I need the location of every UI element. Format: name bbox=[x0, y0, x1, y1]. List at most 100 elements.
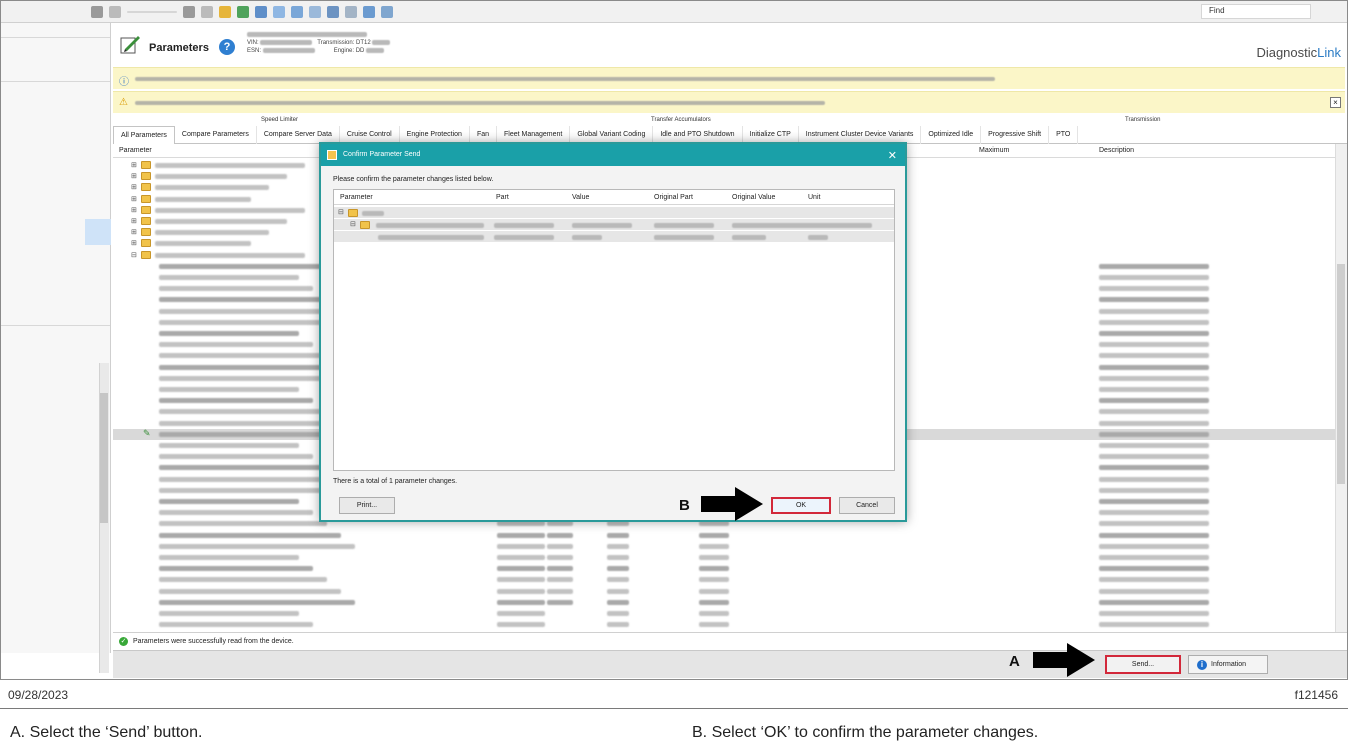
column-description[interactable]: Description bbox=[1099, 147, 1134, 154]
table-row[interactable] bbox=[113, 563, 1335, 574]
table-row[interactable] bbox=[113, 552, 1335, 563]
grid-scroll-thumb[interactable] bbox=[1337, 264, 1345, 484]
warning-notice-bar[interactable]: ⚠ × bbox=[113, 91, 1345, 113]
expand-icon[interactable]: ⊞ bbox=[131, 161, 137, 169]
expand-icon[interactable]: ⊞ bbox=[131, 239, 137, 247]
first-record-icon[interactable] bbox=[91, 6, 103, 18]
table-row[interactable] bbox=[113, 619, 1335, 630]
blurred-text bbox=[1099, 487, 1209, 493]
column-part[interactable]: Part bbox=[496, 194, 509, 201]
blurred-text bbox=[159, 499, 299, 504]
information-button[interactable]: i Information bbox=[1188, 655, 1268, 674]
add-icon[interactable] bbox=[273, 6, 285, 18]
column-unit[interactable]: Unit bbox=[808, 194, 820, 201]
ok-button[interactable]: OK bbox=[771, 497, 831, 514]
blurred-text bbox=[1099, 555, 1209, 560]
expand-icon[interactable]: ⊞ bbox=[131, 172, 137, 180]
table-row[interactable]: ⊟ bbox=[334, 219, 894, 230]
next-record-icon[interactable] bbox=[183, 6, 195, 18]
dialog-titlebar[interactable]: Confirm Parameter Send ✕ bbox=[321, 144, 905, 166]
blurred-text bbox=[159, 577, 327, 583]
blurred-text bbox=[159, 465, 327, 471]
column-parameter[interactable]: Parameter bbox=[119, 147, 152, 154]
blurred-text bbox=[1099, 275, 1209, 280]
table-row[interactable] bbox=[113, 597, 1335, 608]
collapse-icon[interactable]: ⊟ bbox=[350, 220, 356, 228]
tab-all-parameters[interactable]: All Parameters bbox=[113, 126, 175, 144]
blurred-text bbox=[1099, 409, 1209, 415]
group-transmission: Transmission bbox=[1125, 117, 1161, 123]
blurred-text bbox=[159, 588, 341, 594]
column-parameter[interactable]: Parameter bbox=[340, 194, 373, 201]
expand-icon[interactable]: ⊞ bbox=[131, 195, 137, 203]
table-row[interactable] bbox=[113, 608, 1335, 619]
column-value[interactable]: Value bbox=[572, 194, 589, 201]
column-maximum[interactable]: Maximum bbox=[979, 147, 1009, 154]
blurred-text bbox=[1099, 465, 1209, 471]
info-icon: ⓘ bbox=[119, 77, 129, 88]
blurred-text bbox=[1099, 577, 1209, 583]
expand-icon[interactable]: ⊞ bbox=[131, 217, 137, 225]
panel-scroll-thumb[interactable] bbox=[100, 393, 108, 523]
blurred-text bbox=[159, 555, 299, 560]
filter-icon[interactable] bbox=[345, 6, 357, 18]
tab-compare-parameters[interactable]: Compare Parameters bbox=[175, 126, 257, 144]
blurred-text bbox=[497, 588, 545, 594]
table-row[interactable] bbox=[113, 574, 1335, 585]
info-notice-bar[interactable]: ⓘ bbox=[113, 67, 1345, 89]
compare-icon[interactable] bbox=[381, 6, 393, 18]
collapse-icon[interactable]: ⊟ bbox=[338, 208, 344, 216]
blurred-text bbox=[732, 235, 766, 240]
folder-icon bbox=[141, 194, 151, 203]
expand-icon[interactable]: ⊞ bbox=[131, 228, 137, 236]
selected-nav-item[interactable] bbox=[85, 219, 111, 245]
toolbar-icons bbox=[91, 5, 393, 19]
table-row[interactable] bbox=[334, 231, 894, 242]
blurred-text bbox=[159, 308, 341, 314]
close-icon[interactable]: ✕ bbox=[888, 149, 897, 162]
blurred-text bbox=[497, 577, 545, 583]
table-row[interactable] bbox=[113, 541, 1335, 552]
callout-b: B bbox=[679, 497, 690, 514]
print-icon[interactable] bbox=[255, 6, 267, 18]
record-slider[interactable] bbox=[127, 11, 177, 13]
folder-icon bbox=[141, 239, 151, 248]
blurred-text bbox=[699, 577, 729, 583]
flag-icon[interactable] bbox=[219, 6, 231, 18]
last-record-icon[interactable] bbox=[201, 6, 213, 18]
blurred-text bbox=[497, 521, 545, 527]
warning-icon: ⚠ bbox=[119, 97, 128, 108]
paste-icon[interactable] bbox=[309, 6, 321, 18]
table-row[interactable]: ⊟ bbox=[334, 207, 894, 218]
column-original-part[interactable]: Original Part bbox=[654, 194, 693, 201]
help-icon[interactable]: ? bbox=[219, 39, 235, 55]
copy-icon[interactable] bbox=[291, 6, 303, 18]
blurred-text bbox=[572, 223, 632, 228]
tab-progressive-shift[interactable]: Progressive Shift bbox=[981, 126, 1050, 144]
collapse-icon[interactable]: ⊟ bbox=[131, 251, 137, 259]
panel-divider bbox=[1, 325, 110, 326]
folder-icon bbox=[141, 205, 151, 214]
column-original-value[interactable]: Original Value bbox=[732, 194, 775, 201]
refresh-icon[interactable] bbox=[363, 6, 375, 18]
blurred-text bbox=[497, 555, 545, 560]
blurred-text bbox=[159, 275, 299, 280]
cancel-button[interactable]: Cancel bbox=[839, 497, 895, 514]
table-row[interactable] bbox=[113, 530, 1335, 541]
close-icon[interactable]: × bbox=[1330, 97, 1341, 108]
print-button[interactable]: Print... bbox=[339, 497, 395, 514]
export-icon[interactable] bbox=[237, 6, 249, 18]
blurred-text bbox=[155, 252, 305, 258]
table-row[interactable] bbox=[113, 586, 1335, 597]
blurred-text bbox=[547, 555, 573, 560]
tab-pto[interactable]: PTO bbox=[1049, 126, 1079, 144]
previous-record-icon[interactable] bbox=[109, 6, 121, 18]
undo-icon[interactable] bbox=[327, 6, 339, 18]
blurred-text bbox=[155, 241, 251, 247]
success-icon: ✓ bbox=[119, 637, 128, 646]
expand-icon[interactable]: ⊞ bbox=[131, 183, 137, 191]
expand-icon[interactable]: ⊞ bbox=[131, 206, 137, 214]
send-button[interactable]: Send... bbox=[1105, 655, 1181, 674]
tab-optimized-idle[interactable]: Optimized Idle bbox=[921, 126, 982, 144]
blurred-text bbox=[607, 566, 629, 572]
